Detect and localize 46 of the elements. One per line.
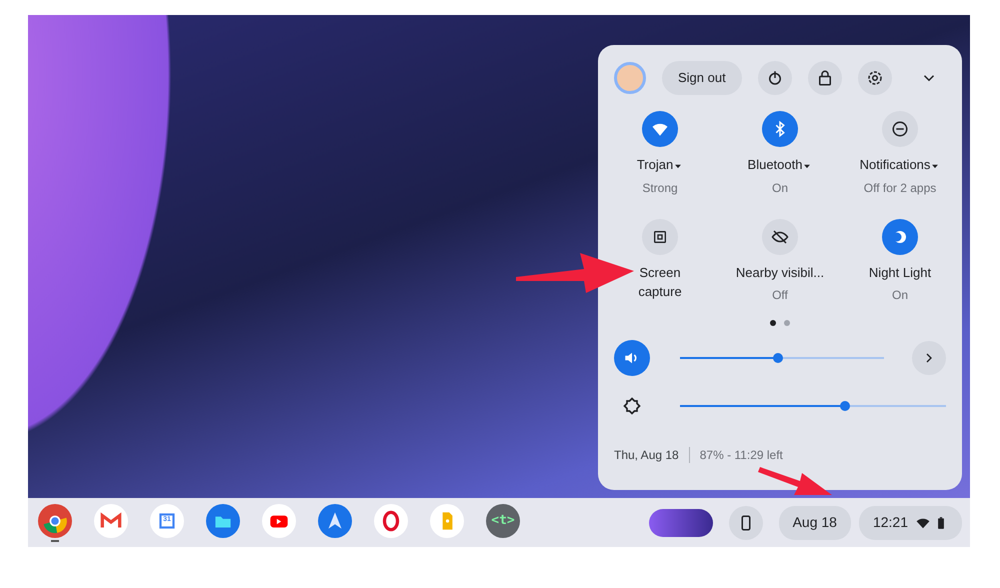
tile-status: On	[890, 287, 909, 304]
night-light-toggle[interactable]	[882, 218, 918, 254]
tile-status: Off	[771, 287, 789, 304]
screen-capture-icon	[652, 228, 668, 244]
app-icon-button[interactable]	[262, 504, 296, 538]
phone-hub-button[interactable]	[728, 506, 763, 540]
brightness-icon	[622, 396, 642, 416]
bluetooth-toggle[interactable]	[762, 111, 798, 147]
tile-status: Off for 2 apps	[862, 180, 938, 196]
volume-button[interactable]	[614, 340, 650, 376]
page-dot[interactable]	[770, 320, 776, 326]
battery-status: 87% - 11:29 left	[700, 447, 783, 464]
app-icon-button[interactable]	[374, 504, 408, 538]
nearby-toggle[interactable]	[762, 218, 798, 254]
app-icon-button[interactable]	[38, 504, 72, 538]
volume-slider-thumb[interactable]	[772, 353, 783, 363]
wifi-toggle[interactable]	[642, 111, 678, 147]
screen-capture-toggle[interactable]	[642, 218, 678, 254]
brightness-slider-thumb[interactable]	[840, 401, 850, 411]
tile-label: Night Light	[868, 264, 932, 282]
date-label[interactable]: Thu, Aug 18	[614, 446, 679, 464]
settings-button[interactable]	[858, 61, 892, 95]
tile-status: Strong	[641, 180, 679, 196]
power-button[interactable]	[758, 61, 792, 95]
lock-button[interactable]	[808, 61, 842, 95]
date-tray-button[interactable]: Aug 18	[778, 506, 851, 540]
status-tray-button[interactable]: 12:21	[858, 506, 962, 540]
tile-dropdown[interactable]: Bluetooth	[726, 155, 834, 174]
tile-label: Screen capture	[637, 264, 683, 301]
settings-icon	[866, 69, 884, 87]
tile-status: On	[770, 180, 789, 196]
app-icon-button[interactable]: <t>	[486, 504, 520, 538]
page-dot[interactable]	[784, 320, 790, 326]
tile-dropdown[interactable]: Notifications	[846, 155, 954, 174]
do-not-disturb-icon	[891, 120, 909, 138]
eye-slash-icon	[771, 228, 789, 246]
app-icon-button[interactable]	[318, 504, 352, 538]
notifications-toggle[interactable]	[882, 111, 918, 147]
app-icon-button[interactable]	[94, 504, 128, 538]
app-icon-button[interactable]	[206, 504, 240, 538]
wifi-icon	[916, 516, 930, 530]
sign-out-button[interactable]: Sign out	[662, 61, 742, 95]
tile-dropdown[interactable]: Trojan	[606, 155, 714, 174]
tile-label: Nearby visibil...	[734, 264, 826, 282]
avatar-circle	[614, 62, 646, 94]
app-cluster-icon[interactable]	[648, 508, 713, 536]
